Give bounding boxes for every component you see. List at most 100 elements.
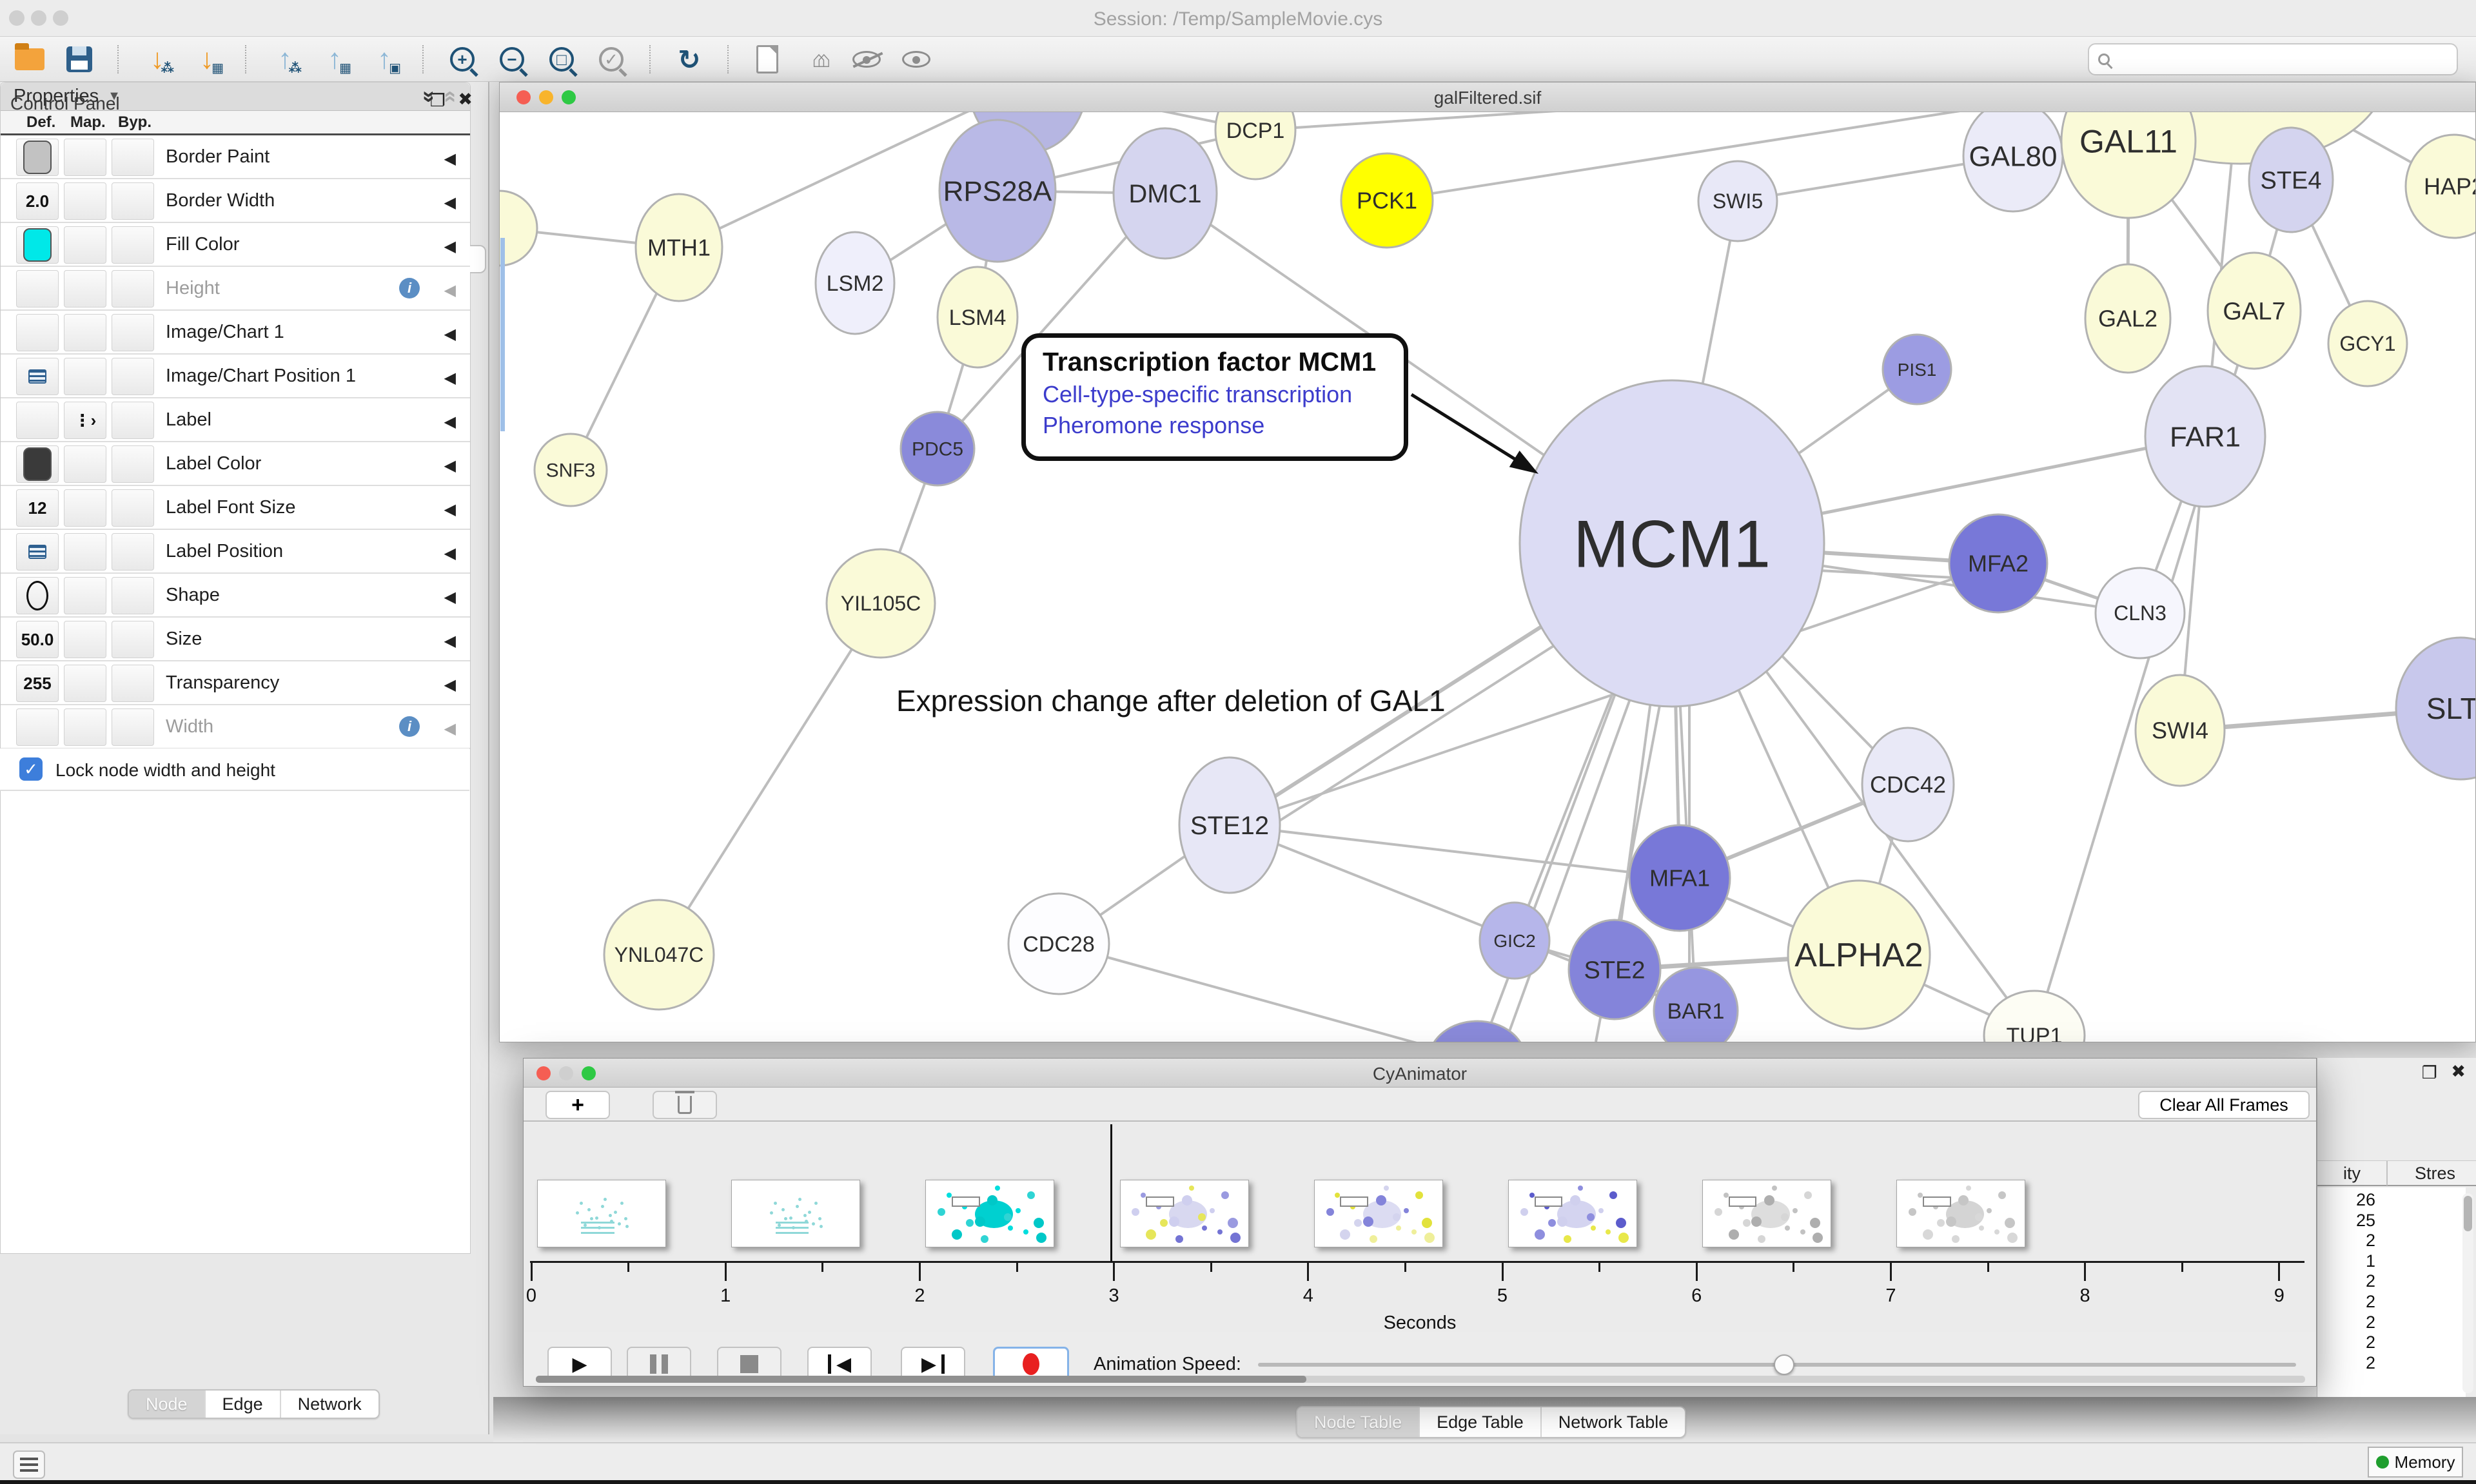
zoom-out-icon[interactable]: − xyxy=(494,41,530,77)
bypass-cell[interactable] xyxy=(112,665,154,702)
mapping-cell[interactable] xyxy=(64,182,106,220)
open-session-icon[interactable] xyxy=(12,41,48,77)
clear-all-frames-button[interactable]: Clear All Frames xyxy=(2138,1091,2310,1119)
network-edge[interactable] xyxy=(659,603,881,955)
mapping-cell[interactable] xyxy=(64,358,106,395)
frame-thumbnail-4[interactable] xyxy=(1314,1180,1443,1247)
bypass-cell[interactable] xyxy=(112,314,154,351)
tab-edge-table[interactable]: Edge Table xyxy=(1419,1407,1540,1437)
table-column-header[interactable]: ity xyxy=(2343,1164,2361,1184)
bypass-cell[interactable] xyxy=(112,533,154,571)
mapping-cell[interactable]: ⋮› xyxy=(64,402,106,439)
frame-thumbnail-2[interactable] xyxy=(925,1180,1054,1247)
zoom-selected-icon[interactable]: ✓ xyxy=(593,41,629,77)
network-vertical-scrollbar[interactable] xyxy=(500,238,505,431)
default-value-cell[interactable] xyxy=(16,270,59,308)
table-scrollbar[interactable] xyxy=(2462,1193,2473,1393)
bypass-cell[interactable] xyxy=(112,621,154,658)
refresh-layout-icon[interactable]: ↻ xyxy=(671,41,707,77)
tab-network-table[interactable]: Network Table xyxy=(1540,1407,1685,1437)
info-icon[interactable]: i xyxy=(399,716,420,737)
bypass-cell[interactable] xyxy=(112,445,154,483)
bypass-cell[interactable] xyxy=(112,708,154,746)
export-network-icon[interactable]: ↑⁂ xyxy=(267,41,303,77)
collapse-row-icon[interactable]: ◀ xyxy=(444,193,456,212)
default-value-cell[interactable]: 12 xyxy=(16,489,59,527)
table-column-header[interactable]: Stres xyxy=(2415,1164,2455,1184)
collapse-row-icon[interactable]: ◀ xyxy=(444,500,456,519)
mapping-cell[interactable] xyxy=(64,489,106,527)
search-box[interactable] xyxy=(2088,43,2458,75)
zoom-fit-icon[interactable]: □ xyxy=(544,41,580,77)
table-cell-value[interactable]: 1 xyxy=(2317,1251,2375,1271)
frame-thumbnail-6[interactable] xyxy=(1702,1180,1831,1247)
network-home-icon[interactable]: ⌂⌂ xyxy=(799,41,835,77)
timeline-scrollbar-thumb[interactable] xyxy=(536,1376,1306,1383)
export-image-icon[interactable]: ↑▣ xyxy=(366,41,402,77)
export-table-icon[interactable]: ↑▦ xyxy=(317,41,353,77)
frame-thumbnail-1[interactable] xyxy=(731,1180,860,1247)
duplicate-network-icon[interactable] xyxy=(749,41,785,77)
save-session-icon[interactable] xyxy=(61,41,97,77)
mapping-cell[interactable] xyxy=(64,270,106,308)
bypass-cell[interactable] xyxy=(112,358,154,395)
timeline-scrollbar[interactable] xyxy=(536,1376,2305,1383)
table-cell-value[interactable]: 2 xyxy=(2317,1313,2375,1333)
cyanimator-titlebar[interactable]: CyAnimator xyxy=(524,1059,2316,1088)
default-value-cell[interactable] xyxy=(16,533,59,571)
show-preview-icon[interactable] xyxy=(898,41,934,77)
float-panel-icon[interactable]: ❐ xyxy=(2422,1063,2437,1083)
delete-frame-button[interactable] xyxy=(653,1091,717,1119)
bypass-cell[interactable] xyxy=(112,402,154,439)
table-cell-value[interactable]: 25 xyxy=(2317,1211,2375,1231)
collapse-row-icon[interactable]: ◀ xyxy=(444,281,456,300)
timeline-playhead[interactable] xyxy=(1110,1124,1112,1262)
network-node[interactable] xyxy=(500,191,537,266)
collapse-row-icon[interactable]: ◀ xyxy=(444,544,456,563)
default-value-cell[interactable] xyxy=(16,402,59,439)
frame-thumbnail-0[interactable] xyxy=(537,1180,666,1247)
network-edge[interactable] xyxy=(1059,944,1477,1042)
lock-size-checkbox[interactable]: ✓ xyxy=(19,757,43,781)
default-value-cell[interactable]: 2.0 xyxy=(16,182,59,220)
collapse-row-icon[interactable]: ◀ xyxy=(444,588,456,607)
collapse-row-icon[interactable]: ◀ xyxy=(444,325,456,344)
import-table-icon[interactable]: ↓▦ xyxy=(189,41,225,77)
zoom-in-icon[interactable]: + xyxy=(444,41,480,77)
add-frame-button[interactable]: + xyxy=(545,1091,610,1119)
default-value-cell[interactable] xyxy=(16,139,59,176)
table-cell-value[interactable]: 2 xyxy=(2317,1333,2375,1352)
collapse-row-icon[interactable]: ◀ xyxy=(444,369,456,387)
mapping-cell[interactable] xyxy=(64,621,106,658)
bypass-cell[interactable] xyxy=(112,182,154,220)
collapse-row-icon[interactable]: ◀ xyxy=(444,150,456,168)
memory-button[interactable]: Memory xyxy=(2368,1447,2463,1478)
default-value-cell[interactable] xyxy=(16,445,59,483)
tab-node-table[interactable]: Node Table xyxy=(1297,1407,1419,1437)
bypass-cell[interactable] xyxy=(112,489,154,527)
collapse-row-icon[interactable]: ◀ xyxy=(444,632,456,650)
network-window-titlebar[interactable]: galFiltered.sif xyxy=(500,83,2475,112)
import-network-icon[interactable]: ↓⁂ xyxy=(139,41,175,77)
collapse-row-icon[interactable]: ◀ xyxy=(444,413,456,431)
default-value-cell[interactable] xyxy=(16,708,59,746)
show-panels-button[interactable] xyxy=(13,1450,45,1479)
table-cell-value[interactable]: 2 xyxy=(2317,1353,2375,1373)
table-cell-value[interactable]: 2 xyxy=(2317,1271,2375,1291)
tab-edge[interactable]: Edge xyxy=(204,1391,280,1418)
default-value-cell[interactable] xyxy=(16,226,59,264)
mapping-cell[interactable] xyxy=(64,577,106,614)
default-value-cell[interactable]: 50.0 xyxy=(16,621,59,658)
mapping-cell[interactable] xyxy=(64,445,106,483)
mapping-cell[interactable] xyxy=(64,533,106,571)
animator-timeline[interactable]: Seconds 0123456789 xyxy=(524,1123,2316,1332)
collapse-row-icon[interactable]: ◀ xyxy=(444,719,456,738)
table-cell-value[interactable]: 2 xyxy=(2317,1231,2375,1251)
collapse-row-icon[interactable]: ◀ xyxy=(444,237,456,256)
network-canvas[interactable]: DCP1RPS28ADMC1PCK1SWI5GAL80GAL11STE4HAP2… xyxy=(500,112,2475,1042)
close-panel-icon[interactable]: ✖ xyxy=(2451,1062,2466,1082)
table-cell-value[interactable]: 2 xyxy=(2317,1292,2375,1312)
table-cell-value[interactable]: 26 xyxy=(2317,1190,2375,1210)
search-input[interactable] xyxy=(2116,50,2426,70)
default-value-cell[interactable] xyxy=(16,577,59,614)
